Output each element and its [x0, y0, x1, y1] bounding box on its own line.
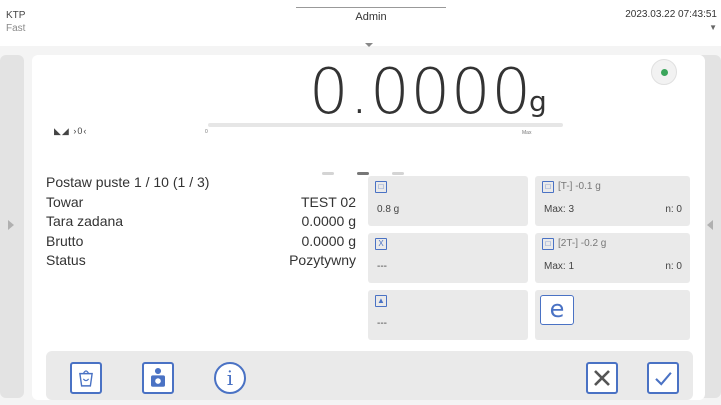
page-dot-active[interactable] — [357, 172, 369, 175]
info-value: TEST 02 — [301, 193, 356, 210]
tile-max: Max: 3 — [544, 204, 575, 215]
tile-value: --- — [377, 318, 387, 329]
tare-list-icon: □ — [542, 181, 554, 193]
tile-value: --- — [377, 261, 387, 272]
pull-down-icon[interactable] — [365, 43, 373, 47]
chevron-right-icon — [8, 220, 14, 230]
device-info: KTP Fast — [6, 9, 25, 35]
x-bar-icon: X — [375, 238, 387, 250]
info-row: Towar TEST 02 — [46, 193, 356, 213]
tile-value: 0.8 g — [377, 204, 400, 215]
confirm-button[interactable] — [647, 362, 679, 394]
info-icon: i — [226, 366, 234, 390]
left-panel-toggle[interactable] — [0, 55, 24, 398]
tile-tare[interactable]: □ 0.8 g — [368, 176, 528, 226]
tile-max: Max: 1 — [544, 261, 575, 272]
camera-icon — [151, 367, 165, 387]
info-value: Pozytywny — [289, 252, 356, 268]
info-key: Postaw puste 1 / 10 (1 / 3) — [46, 174, 210, 190]
datetime: 2023.03.22 07:43:51 — [625, 9, 717, 20]
weight-value: 0.0000 — [309, 55, 532, 128]
info-key: Tara zadana — [46, 213, 124, 229]
page-dot[interactable] — [392, 172, 404, 175]
cancel-button[interactable] — [586, 362, 618, 394]
tile-tare-list[interactable]: □ [T-] -0.1 g Max: 3 n: 0 — [535, 176, 690, 226]
info-row: Brutto 0.0000 g — [46, 232, 356, 252]
container-tare-icon — [79, 370, 93, 387]
tare-list-2-icon: □ — [542, 238, 554, 250]
weight-unit[interactable]: g — [529, 85, 547, 118]
close-icon — [594, 370, 610, 386]
bar-max-label: Max — [522, 130, 532, 136]
tile-e[interactable]: e — [535, 290, 690, 340]
info-button[interactable]: i — [214, 362, 246, 394]
tile-header: [2T-] -0.2 g — [558, 238, 607, 249]
info-key: Status — [46, 252, 86, 268]
camera-button[interactable] — [142, 362, 174, 394]
chevron-left-icon — [707, 220, 713, 230]
load-bar — [208, 123, 563, 127]
info-key: Towar — [46, 193, 84, 210]
bottom-toolbar: i — [46, 351, 693, 400]
e-icon[interactable]: e — [540, 295, 574, 325]
info-row: Status Pozytywny — [46, 251, 356, 271]
info-value: 0.0000 g — [301, 232, 357, 249]
info-value: 0.0000 g — [301, 213, 357, 229]
bar-min-label: 0 — [205, 129, 208, 135]
info-list: Postaw puste 1 / 10 (1 / 3) Towar TEST 02… — [46, 173, 356, 271]
device-name: KTP — [6, 10, 26, 21]
weighing-mode: Fast — [6, 23, 26, 34]
stability-icon — [651, 59, 677, 85]
datetime-block: 2023.03.22 07:43:51 ▼ — [625, 9, 717, 32]
screen: KTP Fast Admin 2023.03.22 07:43:51 ▼ 0.0… — [0, 0, 721, 405]
main-panel: 0.0000 g ◣◢ ›0‹ 0 Max Postaw puste 1 / 1… — [32, 55, 705, 400]
info-row: Postaw puste 1 / 10 (1 / 3) — [46, 173, 356, 193]
info-key: Brutto — [46, 232, 84, 249]
confirm-icon — [655, 372, 672, 386]
tile-header: [T-] -0.1 g — [558, 181, 601, 192]
tare-icon: □ — [375, 181, 387, 193]
info-row: Tara zadana 0.0000 g — [46, 212, 356, 232]
wifi-icon: ▼ — [709, 23, 717, 32]
user-name[interactable]: Admin — [296, 7, 446, 23]
container-tare-button[interactable] — [70, 362, 102, 394]
status-bar: KTP Fast Admin 2023.03.22 07:43:51 ▼ — [0, 0, 721, 47]
tile-weight[interactable]: ▲ --- — [368, 290, 528, 340]
tile-average[interactable]: X --- — [368, 233, 528, 283]
tile-tare-list-2[interactable]: □ [2T-] -0.2 g Max: 1 n: 0 — [535, 233, 690, 283]
tile-count: n: 0 — [665, 204, 682, 215]
zero-indicator: ◣◢ ›0‹ — [54, 126, 88, 136]
tile-count: n: 0 — [665, 261, 682, 272]
weight-icon: ▲ — [375, 295, 387, 307]
